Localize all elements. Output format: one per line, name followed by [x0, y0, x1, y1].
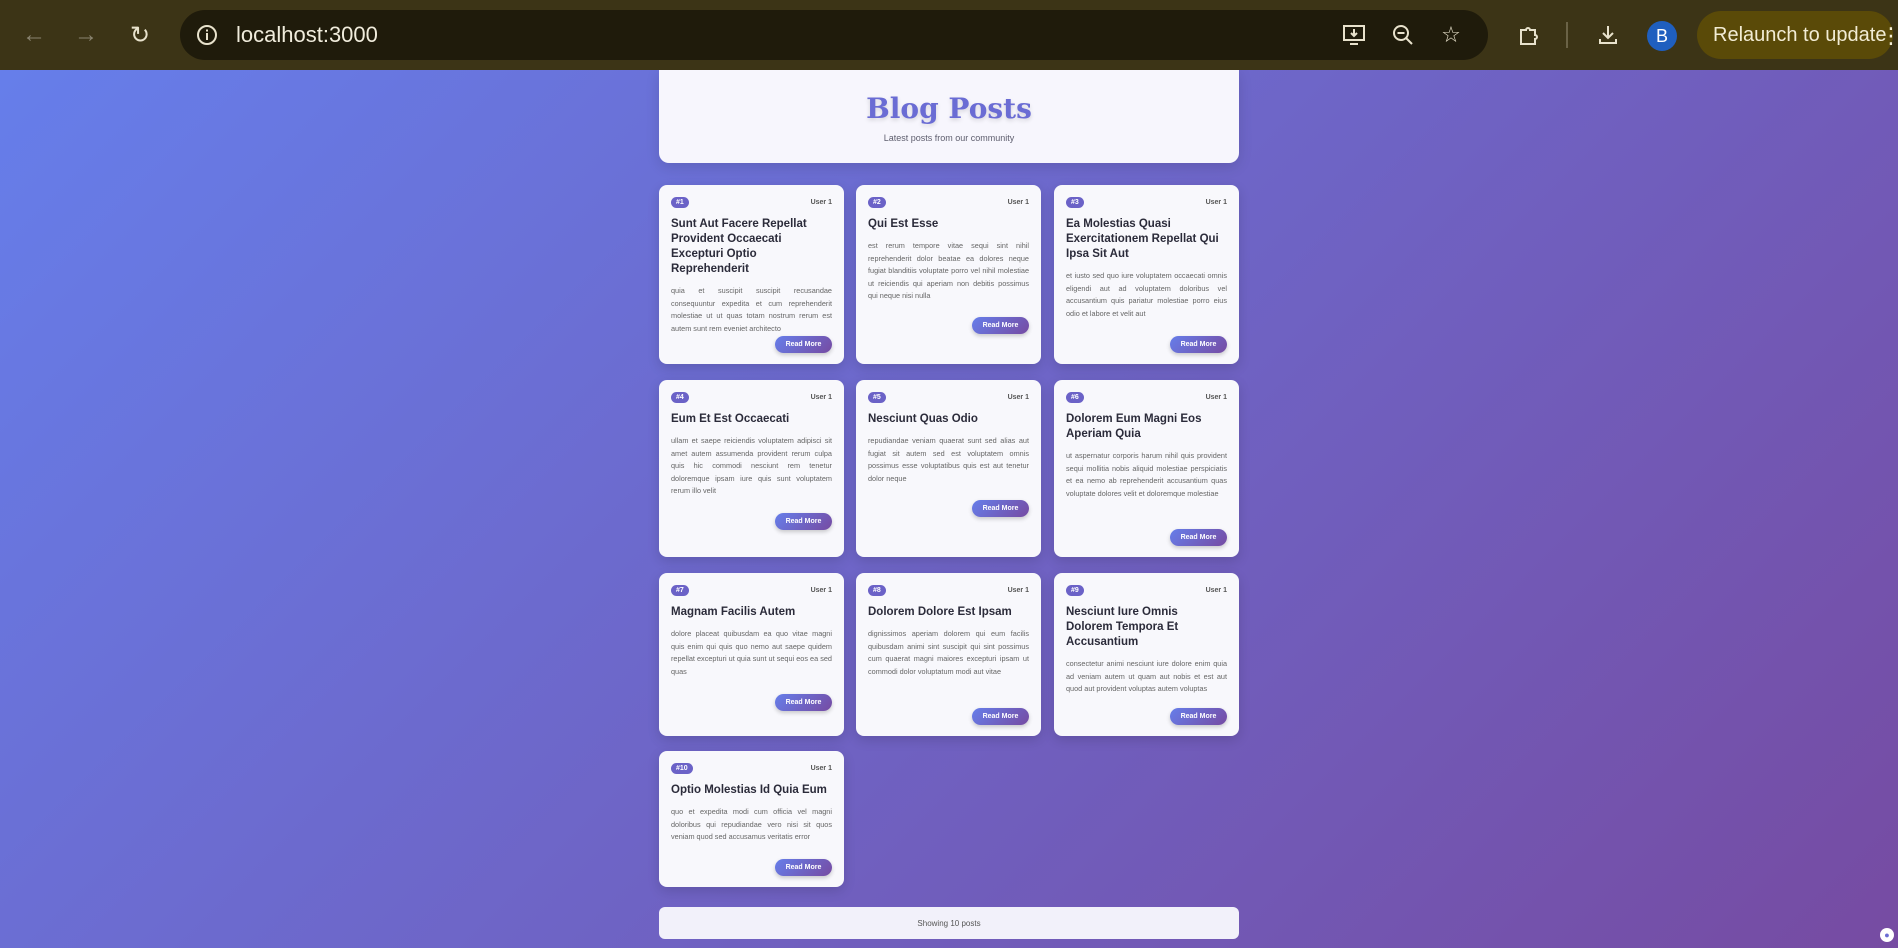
post-author: User 1 — [810, 764, 832, 772]
post-title: Optio Molestias Id Quia Eum — [671, 784, 827, 796]
read-more-button[interactable]: Read More — [972, 500, 1029, 517]
post-id-badge: #2 — [868, 196, 886, 208]
post-card: #9 User 1 Nesciunt Iure Omnis Dolorem Tem… — [1054, 573, 1239, 736]
post-author: User 1 — [810, 198, 832, 206]
post-id-badge: #6 — [1066, 391, 1084, 403]
post-body: consectetur animi nesciunt iure dolore e… — [1066, 659, 1227, 693]
post-body: dolore placeat quibusdam ea quo vitae ma… — [671, 629, 832, 676]
post-id-badge: #3 — [1066, 196, 1084, 208]
read-more-button[interactable]: Read More — [775, 513, 832, 530]
post-author: User 1 — [1205, 393, 1227, 401]
post-card: #8 User 1 Dolorem Dolore Est Ipsam dignis… — [856, 573, 1041, 736]
zoom-out-icon[interactable] — [1388, 20, 1418, 50]
post-card: #3 User 1 Ea Molestias Quasi Exercitation… — [1054, 185, 1239, 364]
page-subtitle: Latest posts from our community — [883, 133, 1015, 143]
post-author: User 1 — [1205, 198, 1227, 206]
install-app-icon[interactable] — [1340, 20, 1370, 50]
relaunch-button[interactable]: Relaunch to update — [1697, 11, 1893, 59]
post-card: #4 User 1 Eum Et Est Occaecati ullam et s… — [659, 380, 844, 557]
back-arrow-icon[interactable]: ← — [14, 15, 54, 55]
address-bar[interactable]: localhost:3000 ☆ — [180, 10, 1488, 60]
reload-icon[interactable]: ↻ — [120, 15, 160, 55]
read-more-button[interactable]: Read More — [1170, 529, 1227, 546]
post-card: #5 User 1 Nesciunt Quas Odio repudiandae … — [856, 380, 1041, 557]
toolbar-divider — [1566, 22, 1568, 48]
post-id-badge: #4 — [671, 391, 689, 403]
browser-toolbar: ← → ↻ localhost:3000 ☆ B Relaunch to upd… — [0, 0, 1898, 70]
read-more-button[interactable]: Read More — [972, 317, 1029, 334]
post-title: Sunt Aut Facere Repellat Provident Occae… — [671, 218, 807, 275]
post-id-badge: #5 — [868, 391, 886, 403]
read-more-button[interactable]: Read More — [775, 336, 832, 353]
post-id-badge: #9 — [1066, 584, 1084, 596]
post-card: #2 User 1 Qui Est Esse est rerum tempore … — [856, 185, 1041, 364]
extensions-puzzle-icon[interactable] — [1513, 19, 1545, 51]
page-header: Blog Posts Latest posts from our communi… — [659, 70, 1239, 163]
post-card: #6 User 1 Dolorem Eum Magni Eos Aperiam Q… — [1054, 380, 1239, 557]
post-body: quia et suscipit suscipit recusandae con… — [671, 286, 832, 333]
bookmark-star-icon[interactable]: ☆ — [1436, 20, 1466, 50]
post-title: Magnam Facilis Autem — [671, 606, 796, 618]
downloads-icon[interactable] — [1592, 19, 1624, 51]
post-id-badge: #10 — [671, 762, 693, 774]
post-author: User 1 — [1007, 198, 1029, 206]
post-card: #1 User 1 Sunt Aut Facere Repellat Provid… — [659, 185, 844, 364]
page-title: Blog Posts — [866, 92, 1032, 125]
post-body: est rerum tempore vitae sequi sint nihil… — [868, 241, 1029, 300]
post-card: #10 User 1 Optio Molestias Id Quia Eum qu… — [659, 751, 844, 887]
post-title: Nesciunt Iure Omnis Dolorem Tempora Et A… — [1066, 606, 1179, 648]
page-viewport: Blog Posts Latest posts from our communi… — [0, 70, 1898, 948]
post-body: et iusto sed quo iure voluptatem occaeca… — [1066, 271, 1227, 318]
post-author: User 1 — [810, 586, 832, 594]
post-body: repudiandae veniam quaerat sunt sed alia… — [868, 436, 1029, 483]
post-author: User 1 — [1007, 393, 1029, 401]
read-more-button[interactable]: Read More — [1170, 708, 1227, 725]
post-author: User 1 — [1205, 586, 1227, 594]
read-more-button[interactable]: Read More — [1170, 336, 1227, 353]
post-title: Ea Molestias Quasi Exercitationem Repell… — [1066, 218, 1219, 260]
post-title: Dolorem Dolore Est Ipsam — [868, 606, 1012, 618]
posts-count-footer: Showing 10 posts — [659, 907, 1239, 939]
post-body: ut aspernatur corporis harum nihil quis … — [1066, 451, 1227, 498]
read-more-button[interactable]: Read More — [775, 859, 832, 876]
kebab-menu-icon[interactable]: ⋮ — [1880, 22, 1898, 50]
profile-avatar[interactable]: B — [1647, 21, 1677, 51]
url-text[interactable]: localhost:3000 — [236, 22, 378, 48]
post-card: #7 User 1 Magnam Facilis Autem dolore pla… — [659, 573, 844, 736]
read-more-button[interactable]: Read More — [972, 708, 1029, 725]
post-title: Dolorem Eum Magni Eos Aperiam Quia — [1066, 413, 1202, 440]
post-id-badge: #7 — [671, 584, 689, 596]
post-author: User 1 — [1007, 586, 1029, 594]
forward-arrow-icon[interactable]: → — [66, 15, 106, 55]
post-id-badge: #1 — [671, 196, 689, 208]
read-more-button[interactable]: Read More — [775, 694, 832, 711]
post-body: quo et expedita modi cum officia vel mag… — [671, 807, 832, 841]
post-title: Eum Et Est Occaecati — [671, 413, 790, 425]
site-info-icon[interactable] — [192, 20, 222, 50]
post-title: Qui Est Esse — [868, 218, 939, 230]
post-body: dignissimos aperiam dolorem qui eum faci… — [868, 629, 1029, 676]
corner-widget-icon[interactable]: ● — [1880, 928, 1894, 942]
post-id-badge: #8 — [868, 584, 886, 596]
post-title: Nesciunt Quas Odio — [868, 413, 978, 425]
post-body: ullam et saepe reiciendis voluptatem adi… — [671, 436, 832, 495]
post-author: User 1 — [810, 393, 832, 401]
